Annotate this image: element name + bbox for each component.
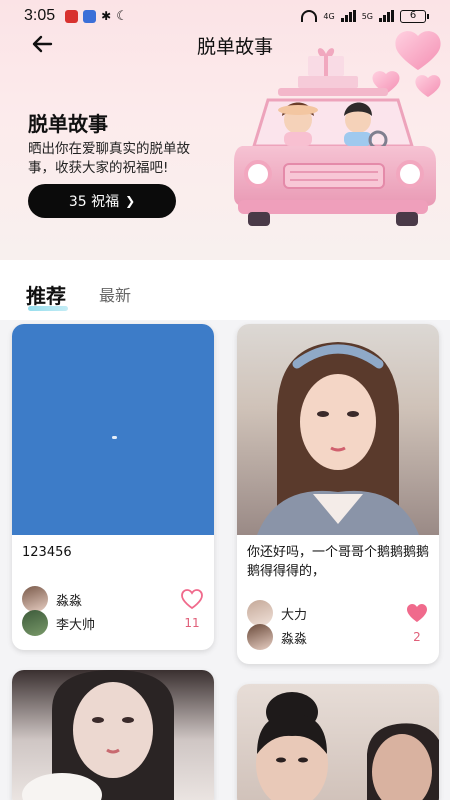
heart-outline-icon[interactable] bbox=[180, 588, 204, 610]
username: 淼淼 bbox=[281, 631, 308, 647]
like-count: 11 bbox=[184, 616, 200, 630]
network-label: 4G bbox=[323, 11, 335, 21]
username: 淼淼 bbox=[56, 593, 83, 609]
blessing-button-label: 35 祝福 bbox=[68, 194, 120, 210]
tab-latest[interactable]: 最新 bbox=[99, 282, 131, 306]
app-notification-icon-2 bbox=[83, 9, 97, 23]
bluetooth-icon: ✱ bbox=[101, 9, 112, 23]
status-right: 4G 5G 6 bbox=[301, 9, 429, 23]
story-user[interactable]: 淼淼 bbox=[247, 624, 307, 650]
status-time: 3:05 bbox=[24, 7, 56, 24]
story-image bbox=[12, 670, 214, 800]
username: 大力 bbox=[281, 607, 308, 623]
heart-decoration bbox=[395, 31, 441, 70]
avatar bbox=[22, 586, 48, 612]
hero-title: 脱单故事 bbox=[28, 112, 108, 136]
username: 李大帅 bbox=[56, 617, 96, 633]
signal-icon-2 bbox=[379, 10, 394, 22]
story-card[interactable]: 123456 淼淼 李大帅 11 bbox=[12, 324, 214, 650]
story-card[interactable]: 你还好吗，一个哥哥个鹅鹅鹅鹅鹅得得得的， 大力 淼淼 2 bbox=[237, 324, 439, 664]
tab-bar: 推荐 最新 bbox=[0, 260, 450, 320]
like-count: 2 bbox=[413, 630, 421, 644]
story-image bbox=[237, 684, 439, 800]
moon-icon: ☾ bbox=[116, 8, 128, 24]
story-image bbox=[237, 324, 439, 535]
story-image bbox=[12, 324, 214, 535]
avatar bbox=[22, 610, 48, 636]
heart-filled-icon[interactable] bbox=[405, 602, 429, 624]
hero-banner: 3:05 ✱ ☾ 4G 5G 6 脱单故事 脱单故事 晒出你在爱聊真实的脱单故事… bbox=[0, 0, 450, 260]
story-text: 你还好吗，一个哥哥个鹅鹅鹅鹅鹅得得得的， bbox=[247, 545, 430, 579]
couple-illustration bbox=[256, 692, 439, 800]
story-feed: 123456 淼淼 李大帅 11 你还好吗，一个哥哥个鹅鹅鹅鹅鹅得得得的， 大力… bbox=[0, 320, 450, 800]
tab-recommended[interactable]: 推荐 bbox=[26, 280, 66, 309]
avatar bbox=[247, 624, 273, 650]
heart-decoration-small-2 bbox=[415, 75, 441, 97]
bird-dot bbox=[112, 436, 117, 439]
hero-description: 晒出你在爱聊真实的脱单故事，收获大家的祝福吧! bbox=[28, 141, 190, 176]
portrait-illustration bbox=[257, 342, 419, 535]
story-card[interactable] bbox=[12, 670, 214, 800]
story-text: 123456 bbox=[22, 545, 72, 560]
signal-icon bbox=[340, 10, 356, 22]
story-card[interactable] bbox=[237, 684, 439, 800]
app-notification-icon bbox=[65, 9, 79, 23]
avatar bbox=[247, 600, 273, 626]
notification-icons: ✱ ☾ bbox=[65, 9, 128, 24]
battery-icon: 6 bbox=[400, 9, 429, 23]
wifi-icon bbox=[301, 10, 318, 22]
selfie-illustration bbox=[22, 670, 174, 800]
blessing-button[interactable]: 35 祝福 ❯ bbox=[28, 184, 176, 218]
story-user[interactable]: 李大帅 bbox=[22, 610, 95, 636]
story-user[interactable]: 大力 bbox=[247, 600, 307, 626]
story-user[interactable]: 淼淼 bbox=[22, 586, 82, 612]
chevron-right-icon: ❯ bbox=[125, 194, 136, 208]
pink-car-illustration bbox=[234, 31, 441, 226]
network-label-2: 5G bbox=[361, 11, 373, 21]
